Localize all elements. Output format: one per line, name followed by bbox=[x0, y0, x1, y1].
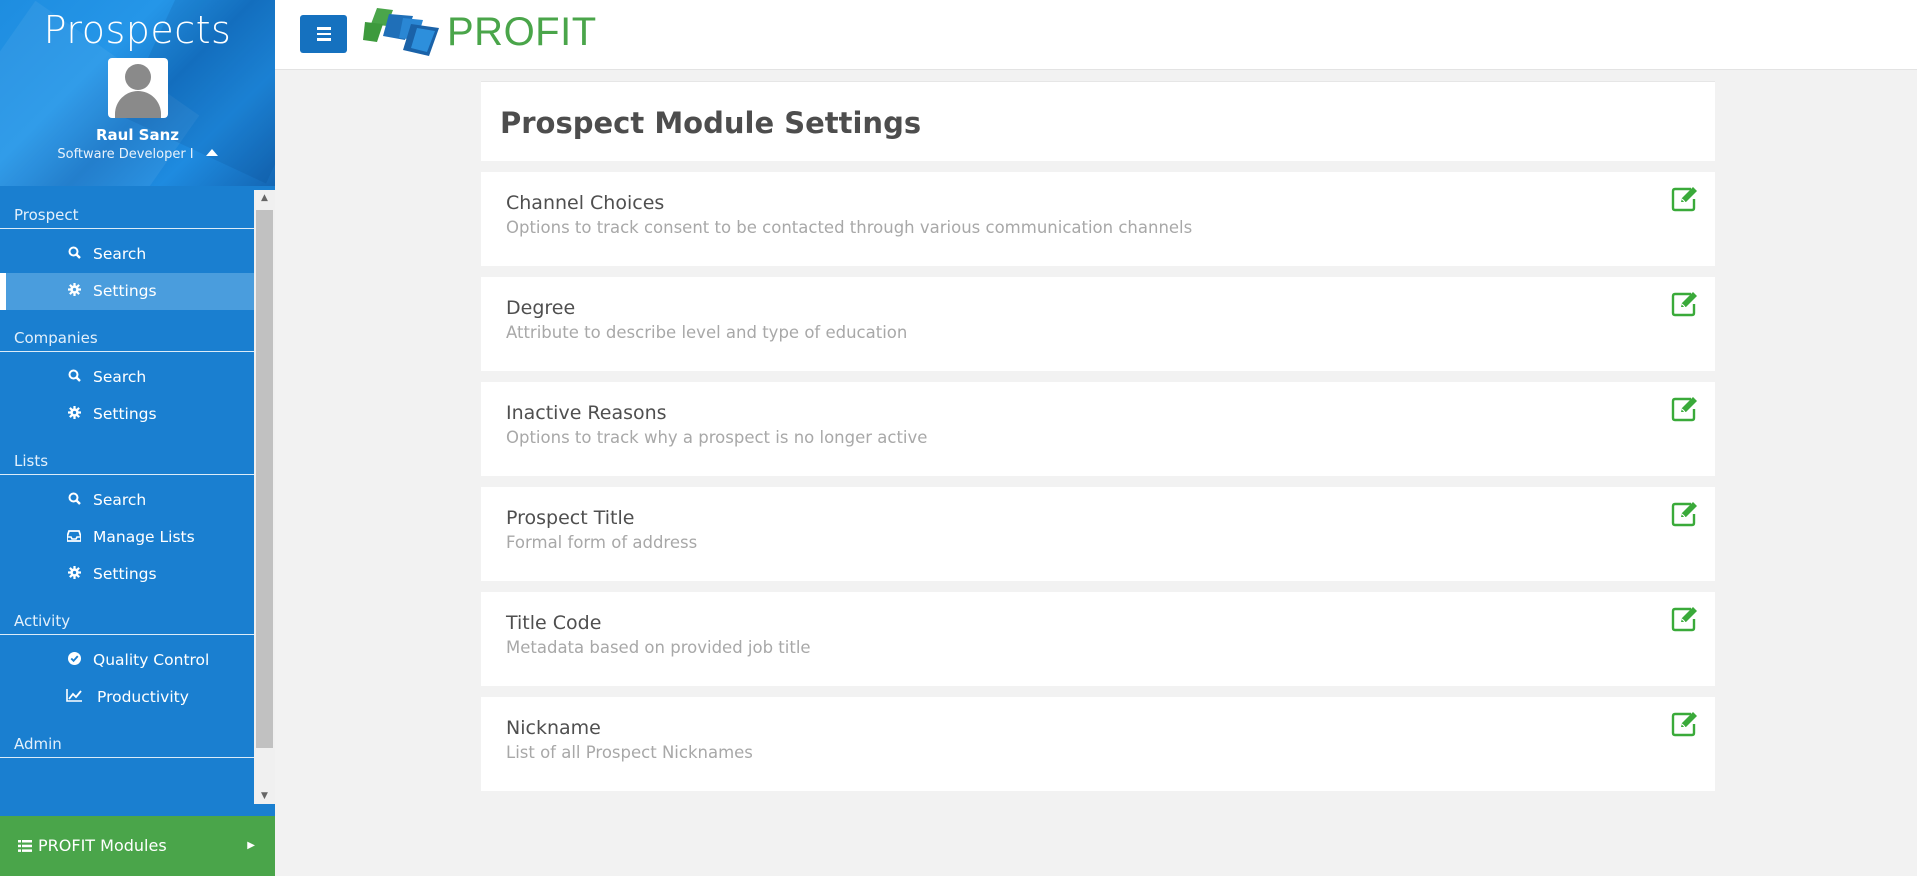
scroll-up-arrow-icon[interactable]: ▲ bbox=[254, 190, 275, 206]
user-role: Software Developer I bbox=[57, 147, 194, 162]
profit-modules-button[interactable]: PROFIT Modules ▶ bbox=[0, 816, 275, 876]
sidebar-item-productivity[interactable]: Productivity bbox=[0, 679, 254, 716]
edit-icon[interactable] bbox=[1671, 186, 1699, 212]
sidebar-item-lists-manage[interactable]: Manage Lists bbox=[0, 519, 254, 556]
check-circle-icon bbox=[66, 642, 82, 679]
sidebar-item-label: Settings bbox=[93, 405, 157, 423]
sidebar-profile: Prospects Raul Sanz Software Developer I bbox=[0, 0, 275, 186]
scrollbar-thumb[interactable] bbox=[256, 210, 273, 748]
card-title: Inactive Reasons bbox=[506, 402, 667, 424]
card-title: Channel Choices bbox=[506, 192, 665, 214]
settings-card-title-code: Title Code Metadata based on provided jo… bbox=[481, 592, 1715, 686]
user-role-toggle[interactable]: Software Developer I bbox=[0, 147, 275, 162]
sidebar-item-companies-settings[interactable]: Settings bbox=[0, 396, 254, 433]
user-name: Raul Sanz bbox=[95, 126, 180, 144]
card-title: Degree bbox=[506, 297, 576, 319]
sidebar-item-label: Quality Control bbox=[93, 651, 210, 669]
caret-up-icon[interactable] bbox=[205, 149, 218, 156]
sidebar-item-label: Search bbox=[93, 368, 147, 386]
card-title: Nickname bbox=[506, 717, 601, 739]
sidebar-item-companies-search[interactable]: Search bbox=[0, 359, 254, 396]
sidebar-item-label: Search bbox=[93, 245, 147, 263]
settings-card-prospect-title: Prospect Title Formal form of address bbox=[481, 487, 1715, 581]
card-description: Options to track why a prospect is no lo… bbox=[506, 428, 928, 447]
sidebar-item-prospect-search[interactable]: Search bbox=[0, 236, 254, 273]
card-title: Title Code bbox=[506, 612, 602, 634]
profit-logo-icon bbox=[363, 8, 439, 56]
page-header: Prospect Module Settings bbox=[481, 81, 1715, 161]
gear-icon bbox=[66, 396, 82, 433]
nav-section-admin: Admin bbox=[0, 730, 254, 758]
sidebar-nav: Prospect Search Settings Companies Searc… bbox=[0, 190, 254, 798]
edit-icon[interactable] bbox=[1671, 501, 1699, 527]
edit-icon[interactable] bbox=[1671, 396, 1699, 422]
edit-icon[interactable] bbox=[1671, 606, 1699, 632]
settings-card-nickname: Nickname List of all Prospect Nicknames bbox=[481, 697, 1715, 791]
avatar[interactable] bbox=[107, 58, 168, 118]
list-icon bbox=[18, 817, 32, 876]
hamburger-icon bbox=[317, 27, 331, 30]
main-content: Prospect Module Settings Channel Choices… bbox=[481, 81, 1715, 791]
sidebar-item-label: Manage Lists bbox=[93, 528, 195, 546]
card-description: List of all Prospect Nicknames bbox=[506, 743, 753, 762]
nav-section-lists: Lists bbox=[0, 447, 254, 475]
sidebar-item-prospect-settings[interactable]: Settings bbox=[0, 273, 254, 310]
search-icon bbox=[66, 359, 82, 396]
sidebar-item-lists-settings[interactable]: Settings bbox=[0, 556, 254, 593]
sidebar-item-quality-control[interactable]: Quality Control bbox=[0, 642, 254, 679]
settings-card-channel-choices: Channel Choices Options to track consent… bbox=[481, 172, 1715, 266]
app-title: Prospects bbox=[43, 8, 232, 52]
sidebar-item-lists-search[interactable]: Search bbox=[0, 482, 254, 519]
top-bar: PROFIT bbox=[275, 0, 1917, 70]
sidebar: Prospects Raul Sanz Software Developer I… bbox=[0, 0, 275, 876]
scroll-down-arrow-icon[interactable]: ▼ bbox=[254, 788, 275, 804]
logo-text: PROFIT bbox=[447, 10, 597, 54]
gear-icon bbox=[66, 556, 82, 593]
search-icon bbox=[66, 482, 82, 519]
card-description: Formal form of address bbox=[506, 533, 698, 552]
page-title: Prospect Module Settings bbox=[500, 106, 922, 140]
sidebar-item-label: Settings bbox=[93, 565, 157, 583]
nav-section-activity: Activity bbox=[0, 607, 254, 635]
edit-icon[interactable] bbox=[1671, 291, 1699, 317]
card-description: Options to track consent to be contacted… bbox=[506, 218, 1193, 237]
sidebar-item-label: Productivity bbox=[97, 688, 189, 706]
settings-card-inactive-reasons: Inactive Reasons Options to track why a … bbox=[481, 382, 1715, 476]
sidebar-item-label: Settings bbox=[93, 282, 157, 300]
menu-toggle-button[interactable] bbox=[300, 15, 347, 53]
card-title: Prospect Title bbox=[506, 507, 635, 529]
profit-modules-label: PROFIT Modules bbox=[38, 836, 167, 855]
chevron-right-icon: ▶ bbox=[247, 840, 255, 851]
card-description: Attribute to describe level and type of … bbox=[506, 323, 908, 342]
card-description: Metadata based on provided job title bbox=[506, 638, 811, 657]
line-chart-icon bbox=[66, 679, 82, 716]
nav-section-prospect: Prospect bbox=[0, 201, 254, 229]
search-icon bbox=[66, 236, 82, 273]
gear-icon bbox=[66, 273, 82, 310]
nav-section-companies: Companies bbox=[0, 324, 254, 352]
inbox-icon bbox=[66, 519, 82, 556]
edit-icon[interactable] bbox=[1671, 711, 1699, 737]
sidebar-scrollbar[interactable]: ▲ ▼ bbox=[254, 190, 275, 804]
sidebar-item-label: Search bbox=[93, 491, 147, 509]
settings-card-degree: Degree Attribute to describe level and t… bbox=[481, 277, 1715, 371]
